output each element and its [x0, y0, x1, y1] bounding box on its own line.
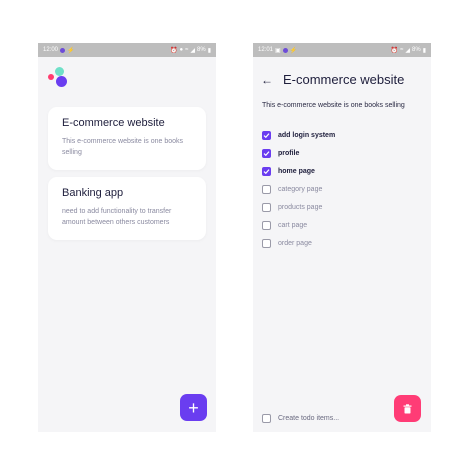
project-list-screen: 12:00 ⚡ ⏰ ● ≈ ◢ 8% ▮ E-commerce website … — [38, 43, 216, 432]
todo-checkbox[interactable] — [262, 238, 271, 248]
notification-icon: ⚡ — [67, 47, 75, 54]
trash-icon — [403, 403, 412, 413]
project-title: Banking app — [62, 187, 124, 199]
logo-teal-circle — [55, 67, 64, 76]
battery-level: 8% — [197, 47, 206, 53]
image-icon: ▣ — [275, 47, 281, 54]
todo-item[interactable]: add login system — [262, 126, 335, 144]
page-title: E-commerce website — [283, 72, 405, 87]
project-card[interactable]: E-commerce website This e-commerce websi… — [48, 107, 206, 170]
todo-checkbox[interactable] — [262, 148, 271, 158]
app-notification-icon — [282, 47, 288, 53]
new-todo-input[interactable]: Create todo items... — [278, 415, 339, 422]
todo-label: category page — [278, 185, 323, 193]
todo-checkbox[interactable] — [262, 130, 271, 140]
alarm-icon: ⏰ — [169, 47, 178, 54]
add-project-button[interactable]: + — [180, 394, 207, 421]
todo-checkbox[interactable] — [262, 184, 271, 194]
logo-pink-circle — [48, 74, 54, 80]
app-notification-icon — [60, 47, 66, 53]
check-icon — [263, 132, 270, 138]
location-icon: ● — [179, 47, 184, 53]
todo-label: order page — [278, 239, 312, 247]
check-icon — [263, 150, 270, 156]
todo-checkbox[interactable] — [262, 166, 271, 176]
alarm-icon: ⏰ — [390, 47, 399, 54]
status-time: 12:00 — [43, 47, 59, 53]
todo-checkbox[interactable] — [262, 202, 271, 212]
status-bar: 12:01 ▣ ⚡ ⏰ ≈ ◢ 8% ▮ — [253, 43, 431, 57]
project-description: need to add functionality to transfer am… — [62, 208, 172, 226]
wifi-icon: ≈ — [400, 47, 404, 53]
todo-label: cart page — [278, 221, 308, 229]
todo-item[interactable]: cart page — [262, 216, 335, 234]
todo-item[interactable]: category page — [262, 180, 335, 198]
detail-header: ← E-commerce website — [261, 72, 404, 87]
todo-item[interactable]: profile — [262, 144, 335, 162]
todo-list: add login system profile home page categ… — [262, 126, 335, 252]
new-todo-row[interactable]: Create todo items... — [262, 414, 339, 423]
todo-item[interactable]: home page — [262, 162, 335, 180]
todo-label: products page — [278, 203, 323, 211]
notification-icon: ⚡ — [289, 47, 298, 54]
todo-item[interactable]: order page — [262, 234, 335, 252]
new-todo-checkbox[interactable] — [262, 414, 271, 423]
status-bar: 12:00 ⚡ ⏰ ● ≈ ◢ 8% ▮ — [38, 43, 216, 57]
battery-icon: ▮ — [207, 47, 211, 54]
todo-item[interactable]: products page — [262, 198, 335, 216]
signal-icon: ◢ — [190, 47, 196, 54]
logo-purple-circle — [56, 76, 67, 87]
project-title: E-commerce website — [62, 117, 165, 129]
battery-level: 8% — [412, 47, 421, 53]
delete-project-button[interactable] — [394, 395, 421, 422]
back-arrow-icon[interactable]: ← — [261, 73, 273, 87]
todo-label: profile — [278, 149, 300, 157]
plus-icon: + — [188, 397, 199, 418]
todo-label: home page — [278, 167, 315, 175]
project-description: This e-commerce website is one books sel… — [262, 102, 405, 109]
todo-label: add login system — [278, 131, 336, 139]
wifi-icon: ≈ — [185, 47, 189, 53]
signal-icon: ◢ — [405, 47, 411, 54]
project-card[interactable]: Banking app need to add functionality to… — [48, 177, 206, 240]
app-logo — [47, 65, 71, 91]
project-description: This e-commerce website is one books sel… — [62, 138, 183, 156]
battery-icon: ▮ — [422, 47, 426, 54]
status-time: 12:01 — [258, 47, 274, 53]
todo-checkbox[interactable] — [262, 220, 271, 230]
check-icon — [263, 168, 270, 174]
project-detail-screen: 12:01 ▣ ⚡ ⏰ ≈ ◢ 8% ▮ ← E-commerce websit… — [253, 43, 431, 432]
